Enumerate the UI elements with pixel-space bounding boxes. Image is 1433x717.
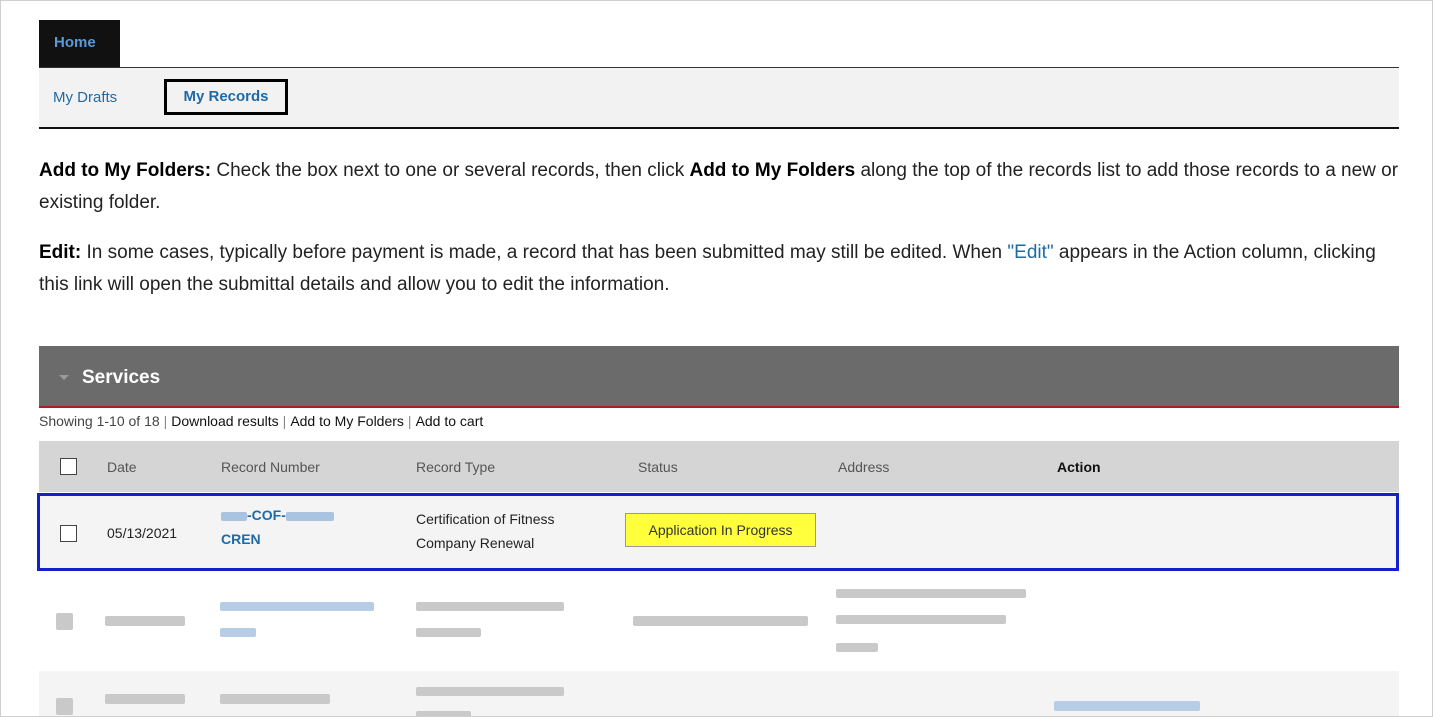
page-frame: Home My Drafts My Records Add to My Fold… <box>0 0 1433 717</box>
download-results-link[interactable]: Download results <box>171 413 278 429</box>
records-toolbar: Showing 1-10 of 18 | Download results | Add … <box>39 413 484 429</box>
subnav-my-drafts[interactable]: My Drafts <box>53 89 117 106</box>
table-row: 05/13/2021 -COF- CREN Certification of F… <box>37 493 1399 571</box>
redacted-block <box>285 511 334 521</box>
col-address[interactable]: Address <box>838 459 889 475</box>
row-date: 05/13/2021 <box>107 525 178 541</box>
record-type: Certification of Fitness Company Renewal <box>416 507 555 555</box>
tab-home[interactable]: Home <box>39 20 120 67</box>
services-title: Services <box>82 367 161 388</box>
help-add-text-a: Check the box next to one or several rec… <box>211 160 690 181</box>
col-date[interactable]: Date <box>107 459 137 475</box>
collapse-triangle-icon[interactable] <box>59 375 69 380</box>
subnav-my-records[interactable]: My Records <box>164 79 288 115</box>
status-badge: Application In Progress <box>625 513 816 547</box>
col-record-type[interactable]: Record Type <box>416 459 495 475</box>
record-type-line1: Certification of Fitness <box>416 511 555 527</box>
showing-count: Showing 1-10 of 18 <box>39 413 160 429</box>
record-number-end: CREN <box>221 531 261 547</box>
help-add-label: Add to My Folders: <box>39 160 212 181</box>
help-edit-label: Edit: <box>39 242 82 263</box>
add-to-folders-link[interactable]: Add to My Folders <box>290 413 404 429</box>
redacted-block <box>221 511 247 521</box>
col-status[interactable]: Status <box>638 459 678 475</box>
add-to-cart-link[interactable]: Add to cart <box>416 413 484 429</box>
record-number-link[interactable]: -COF- CREN <box>221 503 334 551</box>
row-checkbox[interactable] <box>60 525 77 542</box>
help-add-bold: Add to My Folders <box>689 160 856 181</box>
record-type-line2: Company Renewal <box>416 535 535 551</box>
services-section-header[interactable]: Services <box>39 346 1399 408</box>
col-record-number[interactable]: Record Number <box>221 459 320 475</box>
help-edit-link: "Edit" <box>1007 242 1054 263</box>
help-add-to-folders: Add to My Folders: Check the box next to… <box>39 155 1399 219</box>
help-edit: Edit: In some cases, typically before pa… <box>39 237 1399 301</box>
help-edit-text-a: In some cases, typically before payment … <box>81 242 1008 263</box>
sub-navigation: My Drafts My Records <box>39 68 1399 129</box>
table-header: Date Record Number Record Type Status Ad… <box>39 441 1399 492</box>
select-all-checkbox[interactable] <box>60 458 77 475</box>
tab-home-label: Home <box>54 34 96 51</box>
col-action: Action <box>1057 459 1101 475</box>
record-number-mid: -COF- <box>247 507 286 523</box>
